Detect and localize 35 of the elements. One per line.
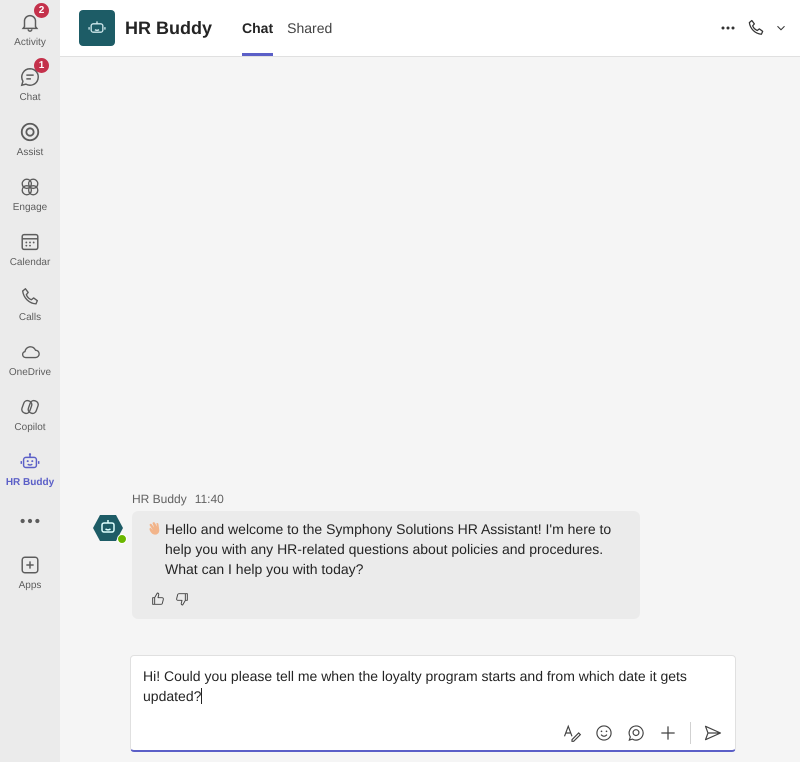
sidebar-item[interactable]: Calls	[0, 277, 60, 332]
message-input[interactable]: Hi! Could you please tell me when the loyalty program starts and from which date it gets updated?	[143, 666, 713, 706]
sidebar-item[interactable]: 1 Chat	[0, 57, 60, 112]
sidebar-item[interactable]: HR Buddy	[0, 442, 60, 497]
notification-badge: 1	[34, 58, 49, 73]
emoji-icon[interactable]	[594, 723, 614, 743]
bot-logo	[79, 10, 115, 46]
thumbs-up-icon[interactable]	[150, 591, 166, 607]
message-time: 11:40	[194, 492, 224, 506]
sidebar-item[interactable]: OneDrive	[0, 332, 60, 387]
app-title: HR Buddy	[125, 18, 212, 38]
sidebar-item[interactable]: 2 Activity	[0, 2, 60, 57]
format-icon[interactable]	[562, 723, 582, 743]
sidebar-item[interactable]: Calendar	[0, 222, 60, 277]
chat-icon	[19, 66, 41, 88]
sidebar-item[interactable]: Assist	[0, 112, 60, 167]
sidebar-item[interactable]: Apps	[0, 545, 60, 600]
tab[interactable]: Shared	[287, 0, 332, 56]
add-icon	[19, 554, 41, 576]
send-icon[interactable]	[703, 723, 723, 743]
sender-name: HR Buddy	[132, 492, 187, 506]
tab[interactable]: Chat	[242, 0, 274, 56]
sidebar-item[interactable]: Copilot	[0, 387, 60, 442]
thumbs-down-icon[interactable]	[174, 591, 190, 607]
sticker-icon[interactable]	[626, 723, 646, 743]
engage-icon	[19, 176, 41, 198]
lifebuoy-icon	[19, 121, 41, 143]
message-composer[interactable]: Hi! Could you please tell me when the loyalty program starts and from which date it gets updated?	[130, 655, 736, 752]
calendar-icon	[19, 231, 41, 253]
bot-avatar	[92, 512, 124, 544]
more-icon	[20, 518, 40, 524]
sidebar-item[interactable]: Engage	[0, 167, 60, 222]
phone-icon[interactable]	[746, 18, 766, 38]
notification-badge: 2	[34, 3, 49, 18]
message-text: Hello and welcome to the Symphony Solutions HR Assistant! I'm here to help you with any HR-related questions about policies and procedures. What can I help you with today?	[165, 520, 612, 579]
